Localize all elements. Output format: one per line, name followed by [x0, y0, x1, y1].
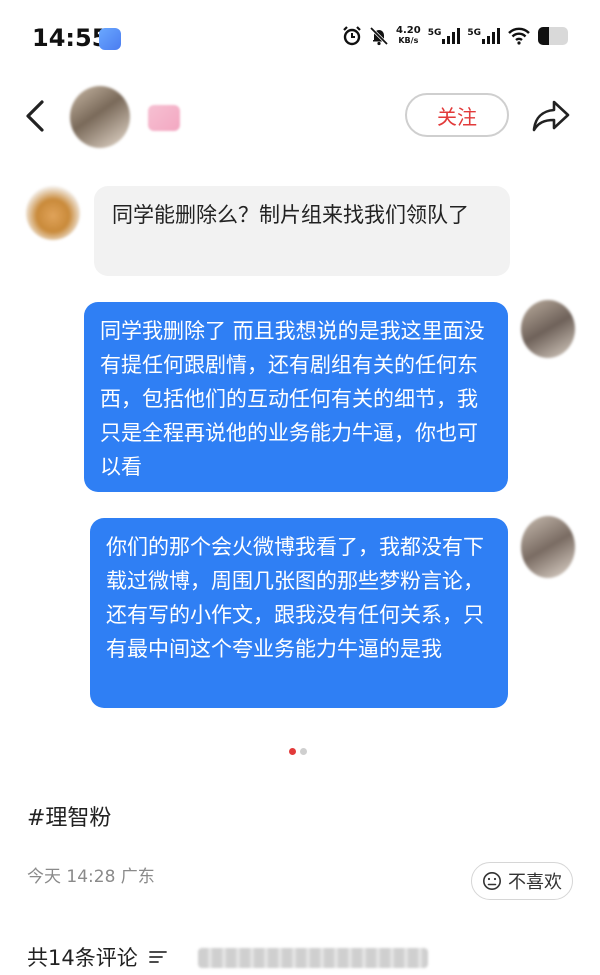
sad-face-icon	[483, 872, 501, 890]
status-icons: 4.20 KB/s 5G 5G	[342, 26, 568, 46]
signal-5g-1: 5G	[428, 28, 461, 44]
battery-level	[538, 27, 549, 45]
net-speed-value: 4.20	[396, 25, 421, 36]
back-arrow-icon[interactable]	[18, 98, 54, 134]
message-bubble-received: 同学能删除么？制片组来找我们领队了	[94, 186, 510, 276]
carousel-indicator	[289, 748, 307, 755]
carousel-dot	[300, 748, 307, 755]
redacted-text	[198, 948, 428, 968]
hashtag-link[interactable]: #理智粉	[27, 800, 111, 832]
own-avatar	[521, 516, 575, 578]
signal-5g-label: 5G	[427, 28, 442, 38]
message-text: 你们的那个会火微博我看了，我都没有下载过微博，周围几张图的那些梦粉言论，还有写的…	[106, 535, 484, 661]
post-time-location: 今天 14:28 广东	[27, 867, 155, 887]
mute-bell-icon	[369, 26, 389, 46]
user-badge	[148, 105, 180, 131]
dislike-label: 不喜欢	[508, 872, 562, 893]
dislike-button[interactable]: 不喜欢	[471, 862, 573, 900]
battery-icon	[538, 27, 568, 45]
signal-5g-2: 5G	[467, 28, 500, 44]
carousel-dot-active	[289, 748, 296, 755]
share-icon[interactable]	[530, 96, 572, 136]
message-text: 同学我删除了 而且我想说的是我这里面没有提任何跟剧情，还有剧组有关的任何东西，包…	[100, 319, 485, 479]
net-speed-unit: KB/s	[398, 36, 419, 45]
message-text: 同学能删除么？制片组来找我们领队了	[112, 203, 469, 227]
alarm-icon	[343, 26, 361, 46]
user-avatar[interactable]	[70, 86, 130, 148]
signal-bars-icon	[482, 28, 500, 44]
sort-icon[interactable]	[148, 949, 168, 965]
comments-header[interactable]: 共14条评论	[27, 942, 168, 972]
message-bubble-sent: 同学我删除了 而且我想说的是我这里面没有提任何跟剧情，还有剧组有关的任何东西，包…	[84, 302, 508, 492]
net-speed: 4.20 KB/s	[396, 26, 421, 46]
signal-bars-icon	[442, 28, 461, 44]
message-bubble-sent: 你们的那个会火微博我看了，我都没有下载过微博，周围几张图的那些梦粉言论，还有写的…	[90, 518, 508, 708]
app-notification-icon	[99, 28, 121, 50]
status-bar: 14:55 4.20 KB/s 5G 5G	[0, 0, 600, 80]
wifi-icon	[508, 27, 530, 45]
sender-avatar	[26, 186, 80, 240]
follow-button[interactable]: 关注	[405, 93, 509, 137]
status-time: 14:55	[32, 24, 109, 52]
signal-5g-label: 5G	[467, 28, 481, 38]
comment-count: 共14条评论	[27, 946, 138, 970]
own-avatar	[521, 300, 575, 358]
